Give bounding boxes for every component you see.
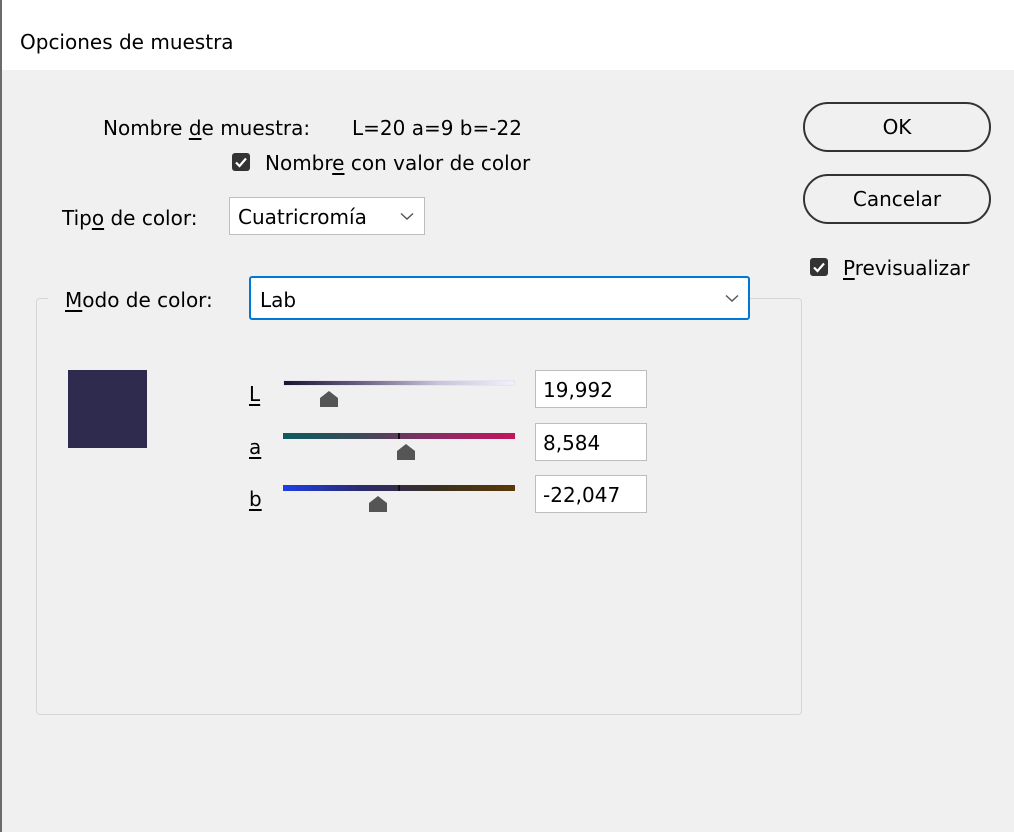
slider-track-l[interactable] [283,380,515,386]
color-mode-label: Modo de color: [65,288,213,312]
chevron-down-icon [400,212,414,220]
ok-button[interactable]: OK [803,102,991,152]
slider-label-l: L [249,382,261,406]
window-left-edge [0,0,2,832]
slider-thumb-b[interactable] [369,496,387,512]
color-type-label: Tipo de color: [62,206,198,230]
preview-checkbox[interactable] [810,258,828,276]
slider-zero-marker-a [398,433,400,439]
color-mode-value: Lab [260,288,297,312]
color-swatch-preview [68,370,147,448]
slider-label-b: b [249,487,262,511]
checkmark-icon [813,262,825,273]
slider-label-a: a [249,435,262,459]
swatch-name-label: Nombre de muestra: [103,116,311,140]
name-with-color-checkbox[interactable] [232,153,250,171]
slider-zero-marker-b [398,485,400,491]
slider-thumb-a[interactable] [397,444,415,460]
preview-label[interactable]: Previsualizar [843,256,970,280]
b-value-input[interactable]: -22,047 [535,475,647,513]
slider-thumb-l[interactable] [320,391,338,407]
dialog-title: Opciones de muestra [20,30,234,54]
chevron-down-icon [725,294,739,302]
l-value-input[interactable]: 19,992 [535,370,647,408]
color-mode-group [36,298,802,715]
color-type-select[interactable]: Cuatricromía [229,197,425,235]
checkmark-icon [235,157,247,168]
title-bar[interactable]: Opciones de muestra [2,0,1014,70]
name-with-color-label[interactable]: Nombre con valor de color [265,151,530,175]
a-value-input[interactable]: 8,584 [535,423,647,461]
cancel-button[interactable]: Cancelar [803,174,991,224]
color-type-value: Cuatricromía [238,205,367,229]
swatch-name-value: L=20 a=9 b=-22 [352,116,522,140]
color-mode-select[interactable]: Lab [249,276,750,320]
